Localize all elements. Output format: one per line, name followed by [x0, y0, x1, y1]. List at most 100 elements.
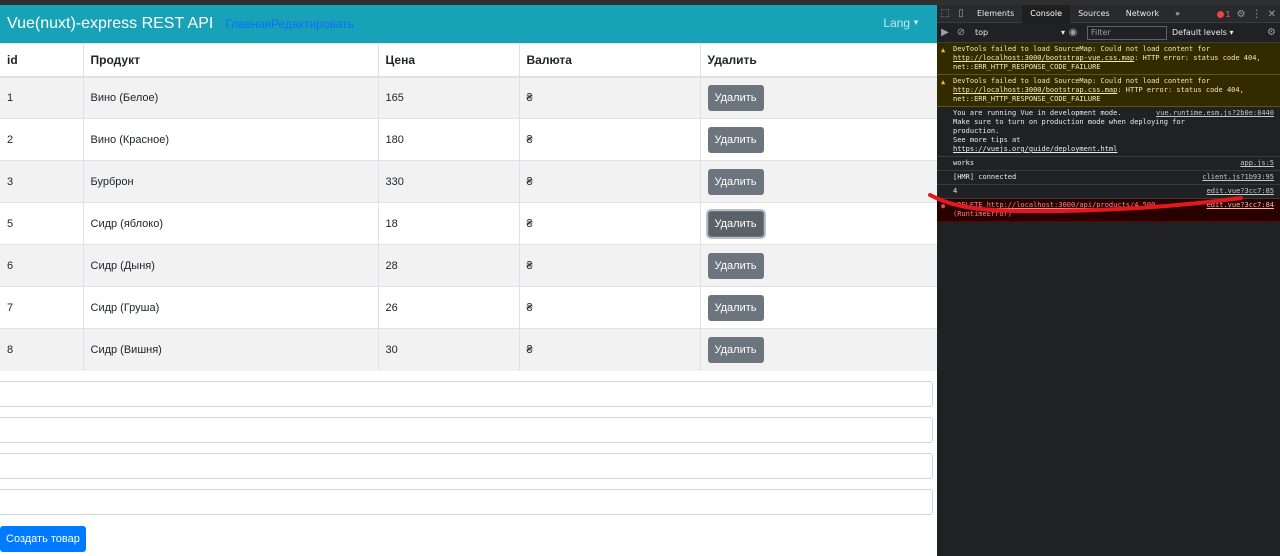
cell-product: Сидр (яблоко) [82, 202, 378, 245]
message-link[interactable]: http://localhost:3000/bootstrap-vue.css.… [953, 54, 1134, 62]
header-product: Продукт [82, 43, 378, 78]
delete-button[interactable]: Удалить [707, 210, 764, 237]
more-tabs-button[interactable]: » [1167, 5, 1188, 23]
cell-id: 5 [0, 202, 83, 245]
table-row: 2 Вино (Красное) 180 ₴ Удалить [0, 118, 937, 161]
more-options-icon[interactable]: ⋮ [1252, 9, 1262, 20]
console-message-log: You are running Vue in development mode.… [937, 107, 1280, 157]
settings-gear-icon[interactable]: ⚙ [1237, 9, 1246, 20]
header-price: Цена [377, 43, 519, 78]
cell-product: Сидр (Вишня) [82, 328, 378, 371]
delete-button[interactable]: Удалить [707, 336, 764, 363]
table-row: 3 Бурброн 330 ₴ Удалить [0, 160, 937, 203]
message-text-part: DevTools failed to load SourceMap: Could… [953, 45, 1215, 53]
navbar-brand[interactable]: Vue(nuxt)-express REST API [7, 15, 213, 33]
chevron-down-icon: ▼ [912, 18, 920, 27]
cell-price: 330 [377, 160, 519, 203]
cell-id: 7 [0, 286, 83, 329]
devtools-tabbar: ⬚ ▯ Elements Console Sources Network » 1… [937, 5, 1280, 23]
cell-price: 30 [377, 328, 519, 371]
message-source-link[interactable]: client.js?1b93:95 [1202, 173, 1274, 182]
table-row: 6 Сидр (Дыня) 28 ₴ Удалить [0, 244, 937, 287]
message-link[interactable]: http://localhost:3000/api/products/4 [987, 201, 1139, 209]
currency-input[interactable] [0, 452, 933, 479]
delete-button[interactable]: Удалить [707, 126, 764, 153]
sidebar-toggle-icon[interactable]: ▶ [937, 24, 953, 42]
cell-product: Сидр (Дыня) [82, 244, 378, 287]
console-settings-gear-icon[interactable]: ⚙ [1267, 27, 1276, 38]
price-input[interactable] [0, 416, 933, 443]
extra-input[interactable] [0, 488, 933, 515]
delete-button[interactable]: Удалить [707, 168, 764, 195]
cell-id: 8 [0, 328, 83, 371]
cell-price: 26 [377, 286, 519, 329]
console-message-log: [HMR] connected client.js?1b93:95 [937, 171, 1280, 185]
message-source-link[interactable]: edit.vue?3cc7:84 [1207, 201, 1274, 210]
delete-button[interactable]: Удалить [707, 294, 764, 321]
warning-icon: ▲ [941, 78, 946, 86]
header-id: id [0, 43, 83, 78]
cell-delete: Удалить [699, 118, 937, 161]
cell-delete: Удалить [699, 244, 937, 287]
create-product-button[interactable]: Создать товар [0, 526, 86, 552]
message-source-link[interactable]: app.js:5 [1240, 159, 1274, 168]
navbar: Vue(nuxt)-express REST API Главная Редак… [0, 5, 937, 43]
eye-icon[interactable]: ◉ [1065, 24, 1081, 42]
console-message-error: ● ▸DELETE http://localhost:3000/api/produ… [937, 199, 1280, 222]
cell-price: 18 [377, 202, 519, 245]
table-row: 5 Сидр (яблоко) 18 ₴ Удалить [0, 202, 937, 245]
filter-input[interactable]: Filter [1087, 25, 1167, 40]
console-toolbar: ▶ ⊘ top ▾ ◉ Filter Default levels ▾ ⚙ [937, 23, 1280, 43]
message-link[interactable]: http://localhost:3000/bootstrap.css.map [953, 86, 1117, 94]
devtools-right-controls: 1 ⚙ ⋮ ✕ [1216, 5, 1276, 23]
context-value: top [975, 28, 989, 37]
console-message-text: works [953, 159, 1276, 168]
cell-delete: Удалить [699, 286, 937, 329]
error-icon: ● [941, 202, 946, 210]
levels-dropdown[interactable]: Default levels ▾ [1172, 28, 1234, 37]
context-select[interactable]: top ▾ [975, 28, 1065, 37]
tab-console[interactable]: Console [1022, 5, 1071, 23]
console-message-warn: ▲ DevTools failed to load SourceMap: Coul… [937, 75, 1280, 107]
table-header-row: id Продукт Цена Валюта Удалить [0, 43, 937, 78]
app-page: Vue(nuxt)-express REST API Главная Редак… [0, 5, 937, 556]
product-input[interactable] [0, 380, 933, 407]
message-source-link[interactable]: edit.vue?3cc7:85 [1207, 187, 1274, 196]
table-row: 7 Сидр (Груша) 26 ₴ Удалить [0, 286, 937, 329]
console-message-text: DevTools failed to load SourceMap: Could… [953, 45, 1276, 72]
cell-id: 3 [0, 160, 83, 203]
device-toolbar-icon[interactable]: ▯ [953, 5, 969, 23]
table-row: 8 Сидр (Вишня) 30 ₴ Удалить [0, 328, 937, 371]
header-delete: Удалить [699, 43, 937, 78]
console-messages: ▲ DevTools failed to load SourceMap: Coul… [937, 43, 1280, 222]
lang-dropdown[interactable]: Lang ▼ [883, 16, 920, 30]
inspect-icon[interactable]: ⬚ [937, 5, 953, 23]
message-text-part: [HMR] connected [953, 173, 1017, 181]
message-link[interactable]: https://vuejs.org/guide/deployment.html [953, 145, 1117, 153]
cell-price: 28 [377, 244, 519, 287]
delete-button[interactable]: Удалить [707, 252, 764, 279]
header-currency: Валюта [518, 43, 700, 78]
nav-link-edit[interactable]: Редактировать [271, 17, 354, 31]
clear-console-icon[interactable]: ⊘ [953, 24, 969, 42]
close-icon[interactable]: ✕ [1268, 9, 1276, 20]
cell-delete: Удалить [699, 202, 937, 245]
cell-currency: ₴ [518, 244, 700, 287]
tab-sources[interactable]: Sources [1070, 5, 1118, 23]
products-table: id Продукт Цена Валюта Удалить 1 Вино (Бе… [0, 43, 937, 371]
tab-network[interactable]: Network [1118, 5, 1167, 23]
cell-id: 2 [0, 118, 83, 161]
tab-elements[interactable]: Elements [969, 5, 1022, 23]
delete-button[interactable]: Удалить [707, 84, 764, 111]
cell-delete: Удалить [699, 76, 937, 119]
message-text-part: works [953, 159, 975, 167]
table-row: 1 Вино (Белое) 165 ₴ Удалить [0, 76, 937, 119]
message-source-link[interactable]: vue.runtime.esm.js?2b0e:8440 [1156, 109, 1274, 118]
cell-delete: Удалить [699, 160, 937, 203]
message-text-part: DevTools failed to load SourceMap: Could… [953, 77, 1215, 85]
cell-product: Сидр (Груша) [82, 286, 378, 329]
nav-links: Главная Редактировать [225, 17, 354, 31]
nav-link-home[interactable]: Главная [225, 17, 271, 31]
message-text-part: 4 [953, 187, 958, 195]
error-count-badge[interactable]: 1 [1216, 10, 1231, 19]
